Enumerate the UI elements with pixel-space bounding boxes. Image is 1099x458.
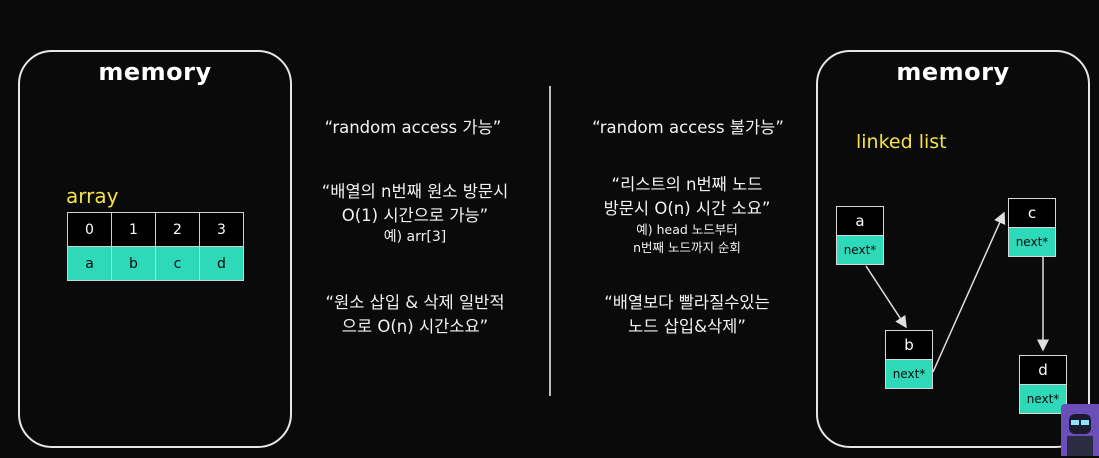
node-next-pointer: next*	[1009, 228, 1055, 256]
node-next-pointer: next*	[837, 236, 883, 264]
list-node-c: c next*	[1008, 198, 1056, 257]
list-node-d: d next*	[1019, 355, 1067, 414]
list-node-a: a next*	[836, 206, 884, 265]
node-link-arrows	[865, 211, 1049, 373]
node-name: d	[1020, 356, 1066, 385]
arrow-a-to-b	[865, 265, 907, 329]
arrow-b-to-c	[932, 211, 1006, 373]
node-next-pointer: next*	[886, 360, 932, 388]
list-node-b: b next*	[885, 330, 933, 389]
channel-avatar	[1061, 404, 1099, 456]
node-name: a	[837, 207, 883, 236]
node-name: b	[886, 331, 932, 360]
node-name: c	[1009, 199, 1055, 228]
avatar-face-icon	[1067, 414, 1093, 456]
node-next-pointer: next*	[1020, 385, 1066, 413]
